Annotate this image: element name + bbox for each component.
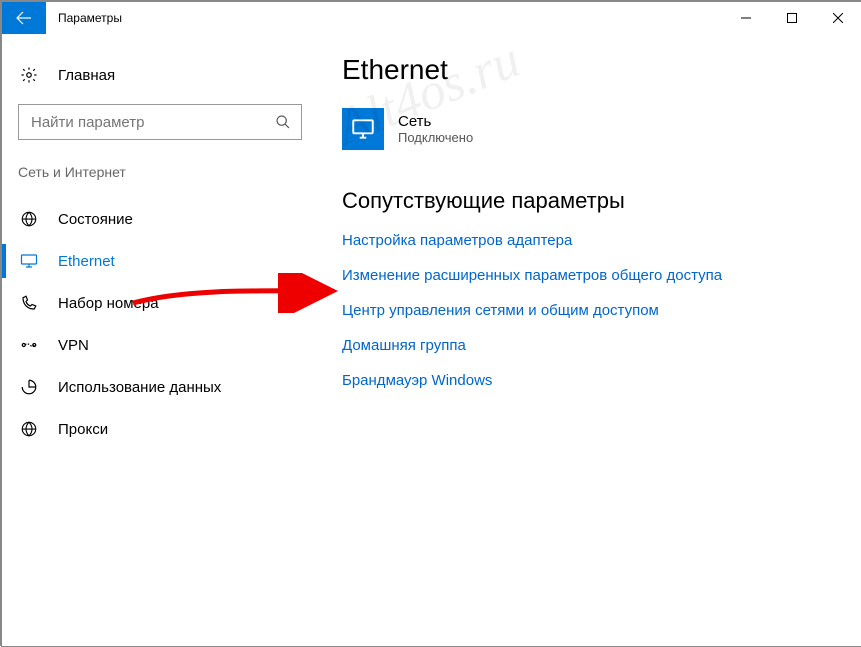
sidebar-item-vpn[interactable]: VPN	[2, 324, 318, 366]
sidebar-item-datausage[interactable]: Использование данных	[2, 366, 318, 408]
category-label: Сеть и Интернет	[2, 156, 318, 188]
link-network-center[interactable]: Центр управления сетями и общим доступом	[342, 302, 861, 319]
globe-icon	[20, 420, 38, 438]
sidebar-item-label: Прокси	[58, 421, 108, 438]
vpn-icon	[20, 336, 38, 354]
sidebar-item-label: Ethernet	[58, 253, 115, 270]
network-name: Сеть	[398, 113, 473, 130]
close-icon	[833, 13, 843, 23]
minimize-icon	[741, 13, 751, 23]
data-usage-icon	[20, 378, 38, 396]
page-title: Ethernet	[342, 54, 861, 86]
related-links: Настройка параметров адаптера Изменение …	[342, 232, 861, 389]
sidebar-item-label: Набор номера	[58, 295, 159, 312]
window-title: Параметры	[46, 2, 122, 34]
link-windows-firewall[interactable]: Брандмауэр Windows	[342, 372, 861, 389]
arrow-left-icon	[16, 10, 32, 26]
globe-icon	[20, 210, 38, 228]
home-label: Главная	[58, 67, 115, 84]
phone-icon	[20, 294, 38, 312]
gear-icon	[20, 66, 38, 84]
close-button[interactable]	[815, 2, 861, 34]
home-button[interactable]: Главная	[2, 54, 318, 96]
network-tile[interactable]: Сеть Подключено	[342, 108, 861, 150]
link-adapter-options[interactable]: Настройка параметров адаптера	[342, 232, 861, 249]
sidebar-item-ethernet[interactable]: Ethernet	[2, 240, 318, 282]
search-icon	[275, 114, 291, 130]
maximize-icon	[787, 13, 797, 23]
sidebar-item-dialup[interactable]: Набор номера	[2, 282, 318, 324]
network-status: Подключено	[398, 130, 473, 145]
link-advanced-sharing[interactable]: Изменение расширенных параметров общего …	[342, 267, 861, 284]
sidebar-item-label: VPN	[58, 337, 89, 354]
sidebar-item-label: Использование данных	[58, 379, 221, 396]
maximize-button[interactable]	[769, 2, 815, 34]
search-box[interactable]	[18, 104, 302, 140]
title-bar: Параметры	[2, 2, 861, 34]
sidebar-item-status[interactable]: Состояние	[2, 198, 318, 240]
sidebar-item-proxy[interactable]: Прокси	[2, 408, 318, 450]
main-content: Ethernet Сеть Подключено Сопутствующие п…	[318, 34, 861, 646]
link-homegroup[interactable]: Домашняя группа	[342, 337, 861, 354]
sidebar: Главная Сеть и Интернет Состояние	[2, 34, 318, 646]
search-input[interactable]	[29, 113, 269, 132]
ethernet-icon	[20, 252, 38, 270]
back-button[interactable]	[2, 2, 46, 34]
sidebar-item-label: Состояние	[58, 211, 133, 228]
related-settings-heading: Сопутствующие параметры	[342, 188, 861, 214]
minimize-button[interactable]	[723, 2, 769, 34]
network-monitor-icon	[342, 108, 384, 150]
